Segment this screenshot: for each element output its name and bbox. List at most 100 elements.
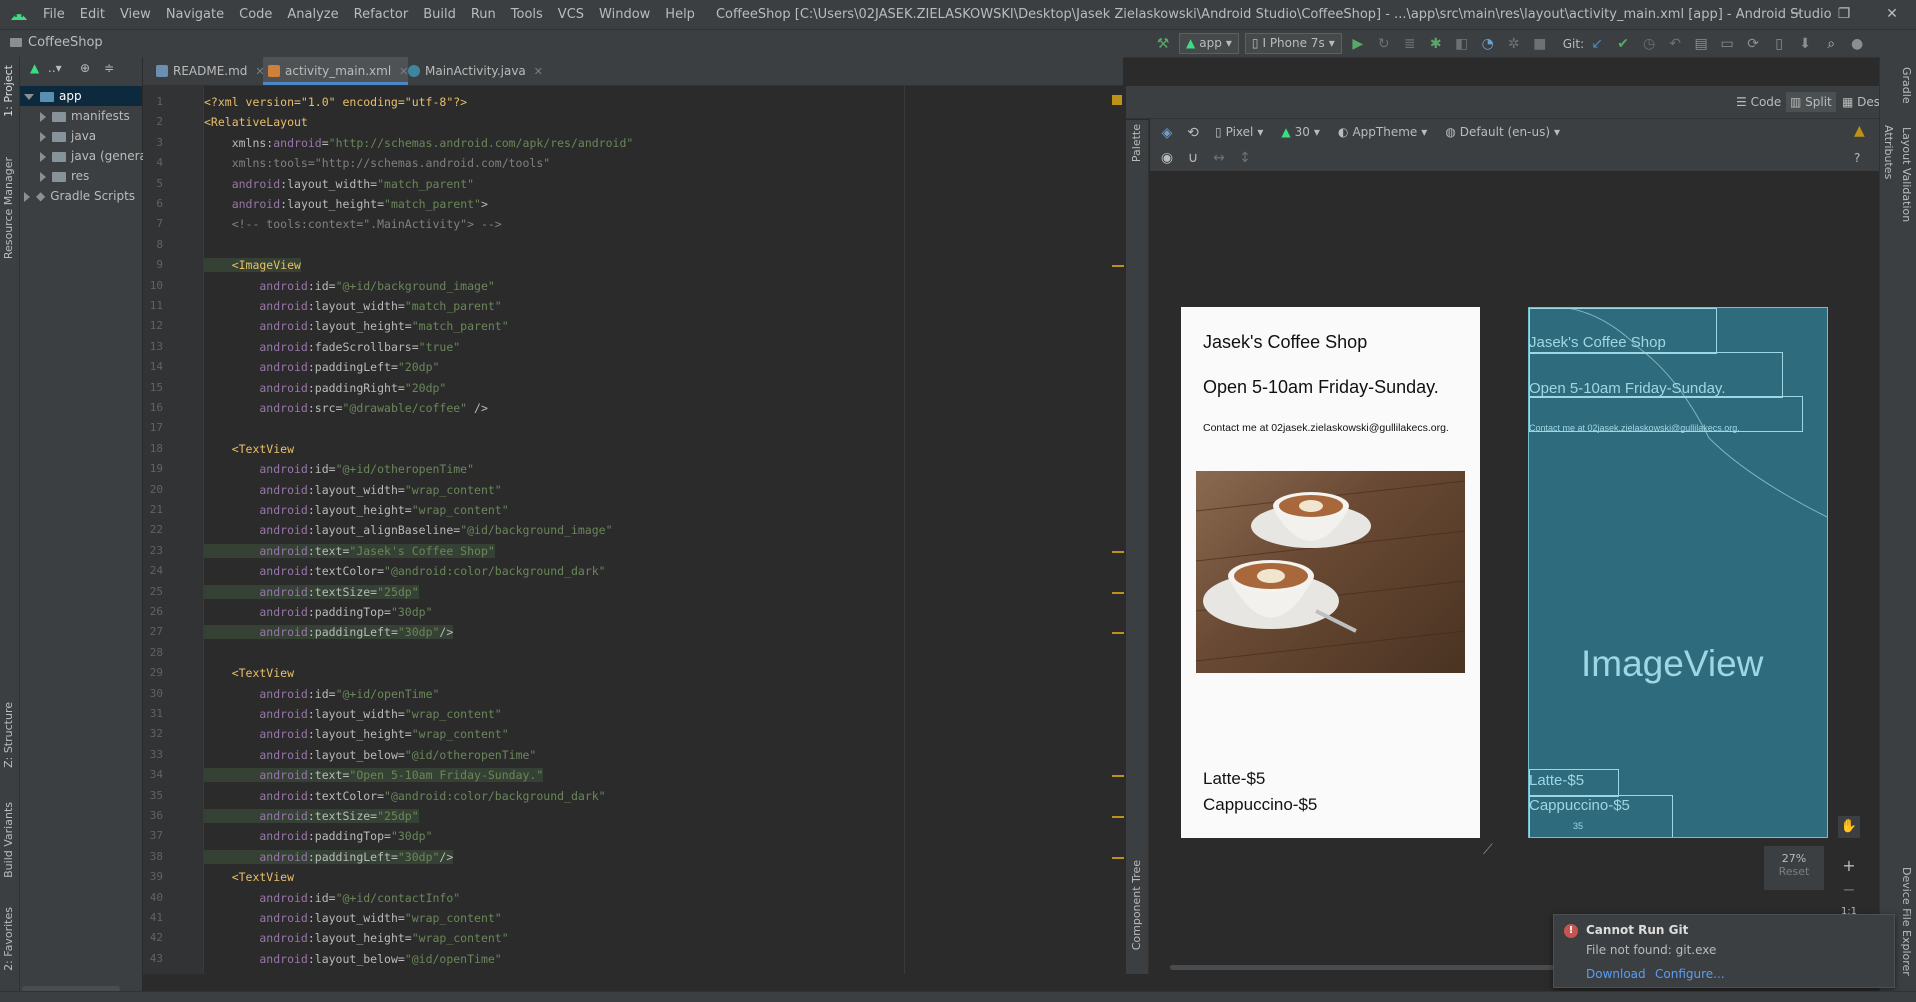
maximize-button[interactable]: ❐ [1820, 0, 1868, 29]
menu-tools[interactable]: Tools [511, 7, 543, 22]
coverage-icon[interactable]: ◧ [1454, 36, 1470, 52]
project-view-dropdown[interactable]: ..▾ [48, 61, 62, 75]
run-config-select[interactable]: ▲ app ▾ [1179, 33, 1239, 54]
orientation-icon[interactable]: ⟲ [1185, 125, 1201, 141]
code-line[interactable]: android:src="@drawable/coffee" /> [204, 398, 488, 418]
menu-window[interactable]: Window [599, 7, 650, 22]
api-level-select[interactable]: ▲ 30 ▾ [1275, 123, 1326, 142]
warning-marker[interactable] [1112, 632, 1124, 635]
expand-arrow-icon[interactable] [24, 191, 30, 202]
warning-marker[interactable] [1112, 591, 1124, 594]
preview-contact[interactable]: Contact me at 02jasek.zielaskowski@gulli… [1203, 422, 1449, 434]
tree-item-java[interactable]: java [20, 126, 142, 146]
code-line[interactable]: android:fadeScrollbars="true" [204, 337, 460, 357]
menu-analyze[interactable]: Analyze [287, 7, 338, 22]
git-commit-icon[interactable]: ✔ [1615, 36, 1631, 52]
expand-arrow-icon[interactable] [40, 131, 46, 142]
code-line[interactable]: android:layout_alignBaseline="@id/backgr… [204, 520, 612, 540]
avd-manager-icon[interactable]: ▯ [1771, 36, 1787, 52]
expand-arrow-icon[interactable] [40, 111, 46, 122]
code-line[interactable]: android:layout_width="match_parent" [204, 296, 501, 316]
tab-activity-main[interactable]: activity_main.xml ✕ [263, 57, 409, 85]
warning-indicator-icon[interactable] [1112, 95, 1122, 105]
blueprint-preview[interactable]: Jasek's Coffee Shop Open 5-10am Friday-S… [1528, 307, 1828, 838]
menu-vcs[interactable]: VCS [558, 7, 584, 22]
breadcrumb-project[interactable]: CoffeeShop [28, 35, 103, 50]
locale-select[interactable]: ◍ Default (en-us) ▾ [1439, 123, 1566, 142]
code-line[interactable]: android:id="@+id/openTime" [204, 684, 439, 704]
expand-arrow-icon[interactable] [24, 93, 34, 100]
preview-menu-latte[interactable]: Latte-$5 [1203, 769, 1265, 789]
code-line[interactable]: xmlns:android="http://schemas.android.co… [204, 133, 634, 153]
device-preview-select[interactable]: ▯ Pixel ▾ [1209, 123, 1269, 142]
minimize-button[interactable]: ─ [1772, 0, 1820, 29]
build-variants-tab[interactable]: Build Variants [2, 802, 15, 878]
android-view-icon[interactable]: ▲ [30, 61, 39, 75]
code-line[interactable]: <TextView [204, 663, 294, 683]
profile-avatar-icon[interactable]: ● [1849, 36, 1865, 52]
menu-run[interactable]: Run [471, 7, 496, 22]
code-line[interactable]: android:layout_height="wrap_content" [204, 724, 508, 744]
run-icon[interactable]: ▶ [1350, 36, 1366, 52]
build-hammer-icon[interactable]: ⚒ [1155, 36, 1171, 52]
code-line[interactable]: android:id="@+id/otheropenTime" [204, 459, 474, 479]
favorites-tab[interactable]: 2: Favorites [2, 907, 15, 971]
git-history-icon[interactable]: ◷ [1641, 36, 1657, 52]
vertical-constraint-icon[interactable]: ↕ [1237, 150, 1253, 166]
collapse-all-icon[interactable]: ≑ [104, 61, 114, 75]
code-line[interactable]: android:paddingRight="20dp" [204, 378, 446, 398]
code-line[interactable]: android:text="Jasek's Coffee Shop" [204, 541, 495, 561]
code-line[interactable]: android:layout_below="@id/openTime" [204, 949, 501, 969]
gradle-tab[interactable]: Gradle [1900, 67, 1913, 104]
warning-marker[interactable] [1112, 816, 1124, 818]
menu-code[interactable]: Code [239, 7, 272, 22]
attributes-tab[interactable]: Attributes [1882, 125, 1895, 179]
tree-item-app[interactable]: app [20, 86, 142, 106]
apply-code-icon[interactable]: ≣ [1402, 36, 1418, 52]
code-line[interactable]: android:textSize="25dp" [204, 582, 419, 602]
code-line[interactable]: android:layout_width="wrap_content" [204, 480, 501, 500]
tab-main-activity[interactable]: MainActivity.java ✕ [403, 57, 543, 85]
code-line[interactable]: android:layout_width="wrap_content" [204, 908, 501, 928]
preview-menu-cappuccino[interactable]: Cappuccino-$5 [1203, 795, 1317, 815]
layout-inspector-icon[interactable]: ▭ [1719, 36, 1735, 52]
locate-icon[interactable]: ⊕ [80, 61, 90, 75]
warning-marker[interactable] [1112, 775, 1124, 778]
magnet-icon[interactable]: ∪ [1185, 150, 1201, 166]
tree-item-gradle-scripts[interactable]: ◆ Gradle Scripts [20, 186, 142, 206]
zoom-in-button[interactable]: + [1838, 856, 1860, 875]
menu-navigate[interactable]: Navigate [166, 7, 224, 22]
sdk-manager-icon[interactable]: ⬇ [1797, 36, 1813, 52]
code-line[interactable]: android:layout_height="wrap_content" [204, 500, 508, 520]
project-structure-icon[interactable]: ▤ [1693, 36, 1709, 52]
coffee-image[interactable] [1196, 471, 1465, 673]
code-line[interactable]: android:layout_height="match_parent"> [204, 194, 488, 214]
theme-select[interactable]: ◐ AppTheme ▾ [1332, 123, 1433, 142]
git-update-icon[interactable]: ↙ [1589, 36, 1605, 52]
expand-arrow-icon[interactable] [40, 171, 46, 182]
menu-file[interactable]: File [43, 7, 65, 22]
code-line[interactable]: android:layout_width="match_parent" [204, 174, 474, 194]
code-line[interactable]: android:textSize="25dp" [204, 806, 419, 826]
tab-readme[interactable]: README.md ✕ [151, 57, 265, 85]
preview-title[interactable]: Jasek's Coffee Shop [1203, 332, 1367, 353]
configure-git-link[interactable]: Configure... [1655, 967, 1725, 981]
download-git-link[interactable]: Download [1586, 967, 1646, 981]
code-line[interactable]: <RelativeLayout [204, 112, 308, 132]
device-select[interactable]: ▯ I Phone 7s ▾ [1244, 33, 1342, 54]
code-line[interactable]: android:id="@+id/background_image" [204, 276, 494, 296]
layout-validation-tab[interactable]: Layout Validation [1900, 127, 1913, 222]
code-line[interactable]: <TextView [204, 439, 294, 459]
tree-item-java-generated[interactable]: java (genera [20, 146, 147, 166]
menu-edit[interactable]: Edit [80, 7, 105, 22]
code-line[interactable]: android:layout_below="@id/otheropenTime" [204, 745, 536, 765]
warning-marker[interactable] [1112, 550, 1124, 553]
code-editor[interactable]: <?xml version="1.0" encoding="utf-8"?> <R… [204, 86, 1116, 974]
menu-refactor[interactable]: Refactor [354, 7, 409, 22]
close-tab-icon[interactable]: ✕ [534, 65, 543, 78]
code-line[interactable]: android:paddingTop="30dp" [204, 602, 432, 622]
structure-tab[interactable]: Z: Structure [2, 702, 15, 768]
horizontal-constraint-icon[interactable]: ↔ [1211, 150, 1227, 166]
expand-arrow-icon[interactable] [40, 151, 46, 162]
code-line[interactable]: <ImageView [204, 255, 301, 275]
